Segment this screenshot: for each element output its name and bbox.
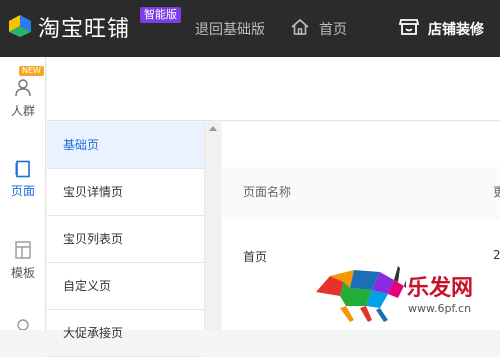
back-to-basic-link[interactable]: 退回基础版 bbox=[195, 19, 265, 39]
page-type-list: 基础页 宝贝详情页 宝贝列表页 自定义页 大促承接页 bbox=[47, 122, 205, 357]
page-list-scrollbar[interactable] bbox=[205, 122, 221, 330]
edition-badge: 智能版 bbox=[140, 7, 181, 23]
nav-label-template: 模板 bbox=[10, 266, 35, 280]
new-badge: NEW bbox=[19, 66, 44, 76]
top-bar: 淘宝旺铺 智能版 退回基础版 首页 店铺装修 bbox=[0, 0, 500, 57]
nav-item-template[interactable]: 模板 bbox=[0, 240, 46, 281]
table-cell-page-name[interactable]: 首页 bbox=[243, 248, 267, 265]
nav-item-more[interactable] bbox=[0, 316, 46, 333]
table-cell-updated: 2 bbox=[493, 248, 500, 262]
page-item-custom[interactable]: 自定义页 bbox=[47, 263, 204, 310]
more-icon bbox=[17, 319, 29, 331]
column-header-page-name: 页面名称 bbox=[243, 185, 292, 199]
shop-decoration-link[interactable]: 店铺装修 bbox=[428, 19, 484, 39]
nav-label-crowd: 人群 bbox=[10, 104, 35, 118]
home-icon[interactable] bbox=[290, 17, 310, 37]
taobao-logo-icon bbox=[9, 15, 31, 37]
nav-label-page: 页面 bbox=[10, 184, 35, 198]
watermark-url: www.6pf.cn bbox=[408, 302, 472, 315]
watermark-text: 乐发网 bbox=[407, 275, 474, 301]
watermark-bull-logo bbox=[316, 266, 406, 322]
page-item-basic[interactable]: 基础页 bbox=[47, 122, 204, 169]
shop-icon[interactable] bbox=[398, 16, 420, 38]
template-icon bbox=[15, 241, 31, 259]
page-item-detail[interactable]: 宝贝详情页 bbox=[47, 169, 204, 216]
page-item-promo[interactable]: 大促承接页 bbox=[47, 310, 204, 357]
column-header-updated: 更 bbox=[493, 185, 500, 199]
page-icon bbox=[15, 160, 30, 178]
brand-title: 淘宝旺铺 bbox=[38, 17, 131, 42]
nav-item-crowd[interactable]: 人群 bbox=[0, 78, 46, 119]
editor-header-strip bbox=[47, 57, 500, 121]
scroll-up-arrow-icon[interactable] bbox=[209, 126, 217, 131]
home-link[interactable]: 首页 bbox=[319, 19, 347, 39]
crowd-icon bbox=[15, 79, 31, 97]
page-item-list[interactable]: 宝贝列表页 bbox=[47, 216, 204, 263]
nav-item-page[interactable]: 页面 bbox=[0, 160, 46, 199]
